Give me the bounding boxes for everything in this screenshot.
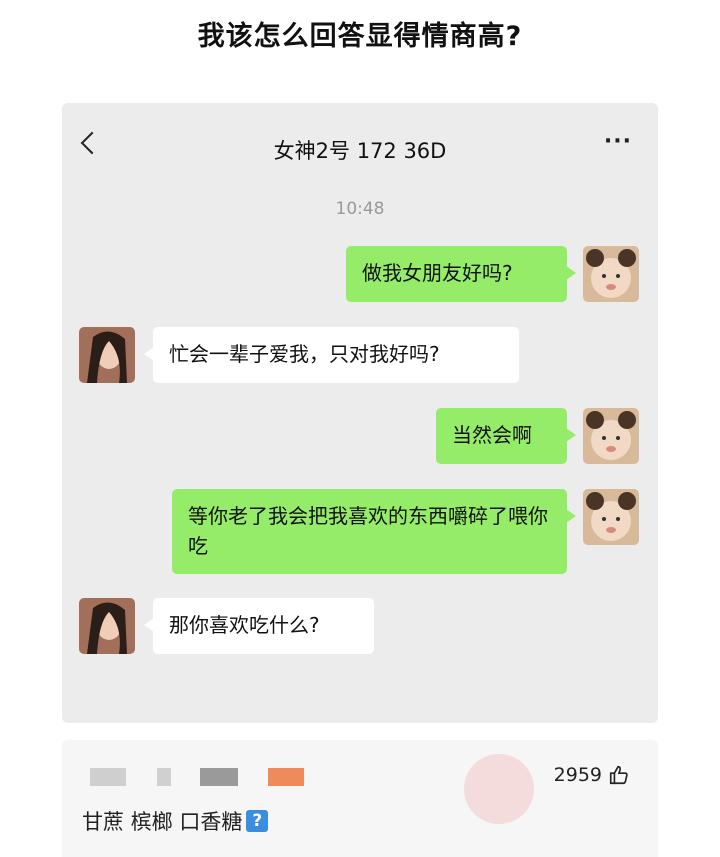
my-avatar[interactable]	[583, 408, 639, 464]
contact-name: 女神2号 172 36D	[273, 139, 447, 163]
comment-text: 甘蔗 槟榔 口香糖	[82, 810, 243, 834]
chat-window: 女神2号 172 36D ··· 10:48 做我女朋友好吗? 忙会一辈子爱我，…	[62, 103, 658, 723]
like-button[interactable]: 2959	[554, 764, 630, 786]
watermark-stamp	[464, 754, 534, 824]
blurred-username	[157, 768, 171, 786]
my-avatar[interactable]	[583, 489, 639, 545]
contact-avatar[interactable]	[79, 327, 135, 383]
page-title: 我该怎么回答显得情商高?	[197, 21, 523, 52]
message-bubble-sent[interactable]: 等你老了我会把我喜欢的东西嚼碎了喂你吃	[172, 489, 576, 574]
ellipsis-icon[interactable]: ···	[604, 131, 632, 153]
message-bubble-sent[interactable]: 做我女朋友好吗?	[346, 246, 576, 302]
blurred-username	[200, 768, 238, 786]
blurred-badge	[268, 768, 304, 786]
message-bubble-received[interactable]: 那你喜欢吃什么?	[144, 598, 374, 654]
message-bubble-received[interactable]: 忙会一辈子爱我，只对我好吗?	[144, 327, 519, 383]
question-emoji: ?	[246, 810, 269, 832]
thumbs-up-icon	[609, 765, 628, 785]
comment-body: 甘蔗 槟榔 口香糖 ?	[82, 806, 269, 836]
blurred-avatar	[90, 768, 126, 786]
contact-avatar[interactable]	[79, 598, 135, 654]
message-bubble-sent[interactable]: 当然会啊	[436, 408, 576, 464]
my-avatar[interactable]	[583, 246, 639, 302]
like-count: 2959	[553, 764, 602, 786]
timestamp: 10:48	[335, 199, 385, 219]
comment-card: 2959 甘蔗 槟榔 口香糖 ?	[62, 740, 658, 857]
